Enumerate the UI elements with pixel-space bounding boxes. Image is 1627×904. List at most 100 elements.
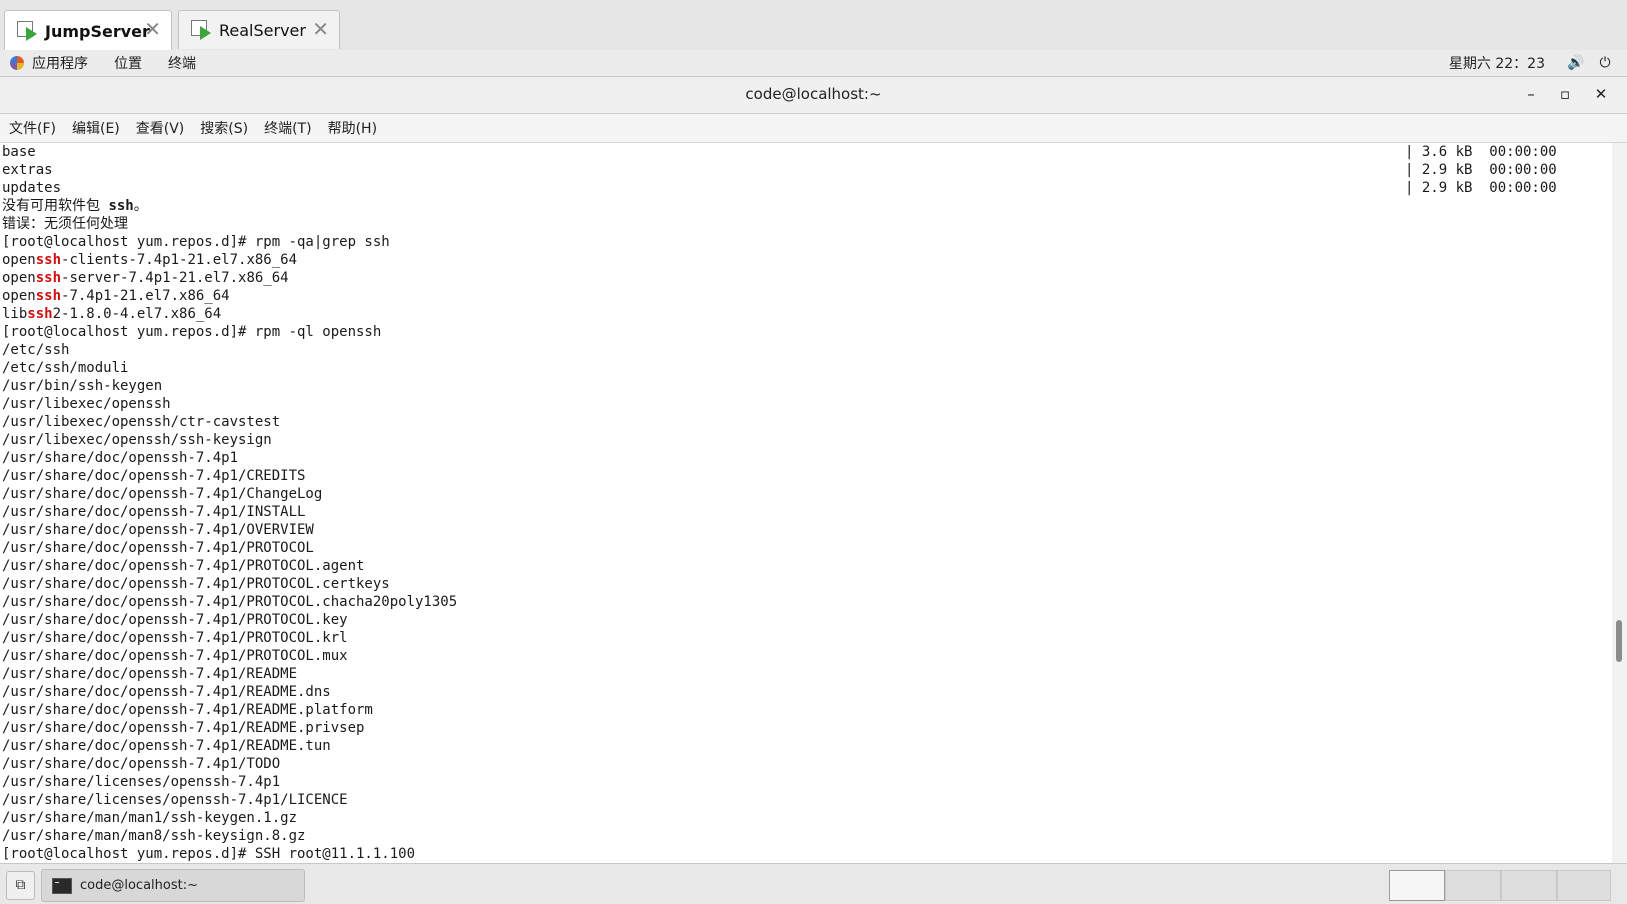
terminal-text: /usr/share/doc/openssh-7.4p1/PROTOCOL.ch… — [2, 594, 458, 610]
tab-jumpserver[interactable]: JumpServer ✕ — [4, 10, 172, 51]
workspace-2[interactable] — [1445, 870, 1501, 901]
grep-match: ssh — [35, 270, 62, 286]
terminal-line: /usr/share/doc/openssh-7.4p1/INSTALL — [2, 503, 305, 521]
terminal-line: /usr/share/doc/openssh-7.4p1/ChangeLog — [2, 485, 322, 503]
scrollbar-thumb[interactable] — [1616, 620, 1622, 662]
terminal-text: /usr/share/doc/openssh-7.4p1/README.plat… — [2, 702, 373, 718]
terminal-line: /usr/share/man/man8/ssh-keysign.8.gz — [2, 827, 305, 845]
terminal-line: openssh-server-7.4p1-21.el7.x86_64 — [2, 269, 289, 287]
terminal-text: open — [2, 270, 36, 286]
grep-match: ssh — [35, 288, 62, 304]
taskbar: ⧉ code@localhost:~ — [0, 863, 1627, 904]
terminal-text: /usr/share/doc/openssh-7.4p1/README.tun — [2, 738, 331, 754]
scrollbar-track[interactable] — [1612, 143, 1627, 863]
clock[interactable]: 星期六 22：23 — [1449, 53, 1545, 73]
volume-icon[interactable]: 🔊 — [1567, 55, 1584, 71]
terminal-text: /usr/share/licenses/openssh-7.4p1/LICENC… — [2, 792, 348, 808]
terminal-text: -server-7.4p1-21.el7.x86_64 — [61, 270, 289, 286]
terminal-line: /usr/share/doc/openssh-7.4p1/CREDITS — [2, 467, 305, 485]
window-title: code@localhost:~ — [745, 85, 882, 103]
applications-menu[interactable]: 应用程序 — [32, 53, 88, 73]
vm-console-icon — [191, 20, 213, 40]
terminal-line: /usr/share/licenses/openssh-7.4p1/LICENC… — [2, 791, 348, 809]
terminal-output[interactable]: | 3.6 kB 00:00:00 | 2.9 kB 00:00:00 | 2.… — [0, 143, 1612, 863]
terminal-text: 。 — [133, 198, 148, 214]
terminal-text: /usr/share/doc/openssh-7.4p1 — [2, 450, 239, 466]
menu-help[interactable]: 帮助(H) — [328, 118, 377, 138]
terminal-text: [root@localhost yum.repos.d]# SSH root@1… — [2, 846, 416, 862]
terminal-line: /etc/ssh — [2, 341, 69, 359]
terminal-text: /usr/share/doc/openssh-7.4p1/README.priv… — [2, 720, 365, 736]
terminal-line: /usr/libexec/openssh/ctr-cavstest — [2, 413, 280, 431]
terminal-line: 没有可用软件包 ssh。 — [2, 197, 148, 215]
terminal-line: /usr/share/doc/openssh-7.4p1/PROTOCOL.ce… — [2, 575, 390, 593]
terminal-line: /usr/share/doc/openssh-7.4p1/README.tun — [2, 737, 331, 755]
menu-search[interactable]: 搜索(S) — [200, 118, 248, 138]
repo-status-line: | 2.9 kB 00:00:00 — [1405, 162, 1557, 178]
terminal-icon — [52, 877, 72, 894]
workspace-4[interactable] — [1557, 870, 1611, 901]
terminal-line: /usr/share/doc/openssh-7.4p1/PROTOCOL.kr… — [2, 629, 348, 647]
terminal-line: [root@localhost yum.repos.d]# rpm -qa|gr… — [2, 233, 390, 251]
terminal-text: /usr/share/doc/openssh-7.4p1/PROTOCOL.ag… — [2, 558, 365, 574]
power-icon[interactable]: ⏻ — [1597, 55, 1613, 71]
menu-terminal[interactable]: 终端(T) — [264, 118, 311, 138]
terminal-line: /usr/libexec/openssh — [2, 395, 171, 413]
window-titlebar[interactable]: code@localhost:~ – ▫ ✕ — [0, 77, 1627, 114]
repo-status-line: | 2.9 kB 00:00:00 — [1405, 180, 1557, 196]
terminal-text: -clients-7.4p1-21.el7.x86_64 — [61, 252, 298, 268]
terminal-line: /usr/share/doc/openssh-7.4p1/README — [2, 665, 297, 683]
repo-status-line: | 3.6 kB 00:00:00 — [1405, 144, 1557, 160]
terminal-line: /usr/share/doc/openssh-7.4p1/PROTOCOL.mu… — [2, 647, 348, 665]
terminal-text: /usr/libexec/openssh/ssh-keysign — [2, 432, 272, 448]
terminal-menu[interactable]: 终端 — [168, 53, 196, 73]
menu-view[interactable]: 查看(V) — [136, 118, 185, 138]
terminal-line: /usr/share/licenses/openssh-7.4p1 — [2, 773, 280, 791]
workspace-3[interactable] — [1501, 870, 1557, 901]
tab-close-icon[interactable]: ✕ — [144, 19, 161, 39]
grep-match: ssh — [27, 306, 53, 322]
terminal-text: /usr/share/doc/openssh-7.4p1/OVERVIEW — [2, 522, 314, 538]
tab-label: JumpServer — [45, 21, 150, 41]
workspace-1[interactable] — [1389, 870, 1445, 901]
tab-label: RealServer — [219, 20, 306, 40]
taskbar-window-item[interactable]: code@localhost:~ — [41, 869, 305, 902]
tab-close-icon[interactable]: ✕ — [312, 19, 329, 39]
terminal-text: /usr/share/man/man1/ssh-keygen.1.gz — [2, 810, 298, 826]
terminal-line: /usr/share/doc/openssh-7.4p1/PROTOCOL.ch… — [2, 593, 457, 611]
terminal-text: /usr/libexec/openssh/ctr-cavstest — [2, 414, 281, 430]
terminal-text: [root@localhost yum.repos.d]# rpm -qa|gr… — [2, 234, 390, 250]
menu-file[interactable]: 文件(F) — [9, 118, 56, 138]
terminal-line: /usr/share/man/man1/ssh-keygen.1.gz — [2, 809, 297, 827]
terminal-line: /usr/share/doc/openssh-7.4p1/PROTOCOL.ke… — [2, 611, 348, 629]
terminal-line: /usr/share/doc/openssh-7.4p1/README.priv… — [2, 719, 364, 737]
places-menu[interactable]: 位置 — [114, 53, 142, 73]
close-button[interactable]: ✕ — [1590, 83, 1612, 105]
terminal-text: /usr/share/doc/openssh-7.4p1/INSTALL — [2, 504, 306, 520]
terminal-line: 错误：无须任何处理 — [2, 215, 128, 233]
terminal-text: -7.4p1-21.el7.x86_64 — [61, 288, 230, 304]
status-area: 星期六 22：23 🔊 ⏻ — [1449, 50, 1627, 76]
terminal-text: /usr/share/doc/openssh-7.4p1/PROTOCOL — [2, 540, 314, 556]
terminal-text: [root@localhost yum.repos.d]# rpm -ql op… — [2, 324, 382, 340]
terminal-text: /etc/ssh/moduli — [2, 360, 129, 376]
menu-edit[interactable]: 编辑(E) — [72, 118, 120, 138]
terminal-text: /usr/share/doc/openssh-7.4p1/PROTOCOL.kr… — [2, 630, 348, 646]
terminal-text: ssh — [108, 198, 134, 214]
terminal-text: /usr/share/doc/openssh-7.4p1/ChangeLog — [2, 486, 323, 502]
maximize-button[interactable]: ▫ — [1554, 83, 1576, 105]
terminal-text: /usr/share/doc/openssh-7.4p1/TODO — [2, 756, 281, 772]
minimize-button[interactable]: – — [1520, 83, 1542, 105]
gnome-top-bar: 应用程序 位置 终端 星期六 22：23 🔊 ⏻ — [0, 50, 1627, 77]
terminal-text: /usr/share/licenses/openssh-7.4p1 — [2, 774, 281, 790]
terminal-line: /usr/share/doc/openssh-7.4p1/PROTOCOL.ag… — [2, 557, 364, 575]
terminal-text: extras — [2, 162, 53, 178]
terminal-text: base — [2, 144, 36, 160]
terminal-line: /etc/ssh/moduli — [2, 359, 128, 377]
terminal-text: updates — [2, 180, 62, 196]
terminal-text: open — [2, 252, 36, 268]
tab-realserver[interactable]: RealServer ✕ — [178, 10, 340, 49]
terminal-line: /usr/libexec/openssh/ssh-keysign — [2, 431, 272, 449]
show-desktop-icon[interactable]: ⧉ — [6, 871, 35, 900]
taskbar-window-label: code@localhost:~ — [80, 878, 198, 893]
